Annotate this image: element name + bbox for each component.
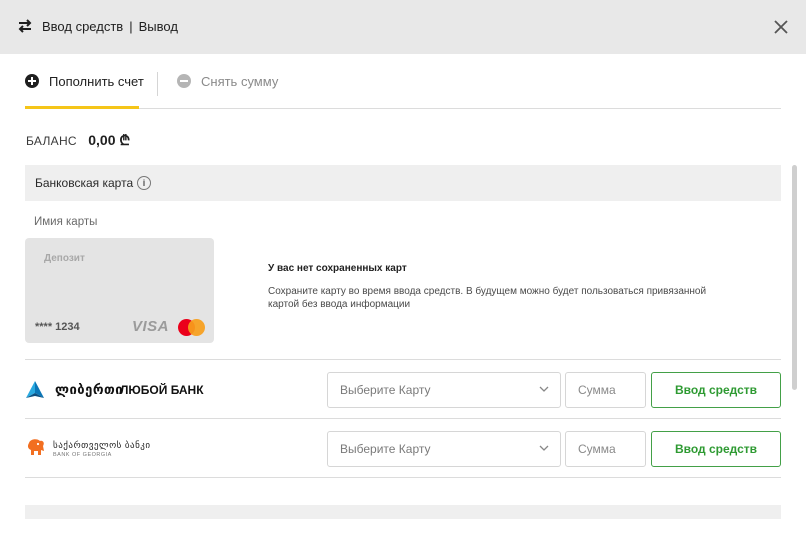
card-title: Депозит [44, 253, 85, 264]
balance-label: БАЛАНС [26, 134, 77, 148]
tab-deposit[interactable]: Пополнить счет [25, 72, 144, 109]
modal-title: Ввод средств | Вывод [42, 19, 178, 34]
title-separator: | [129, 19, 133, 34]
scrollbar[interactable] [792, 165, 797, 390]
card-name-label: Имия карты [34, 216, 98, 228]
bog-name-en: BANK OF GEORGIA [53, 452, 112, 458]
plus-circle-icon [25, 74, 39, 88]
mastercard-icon [178, 319, 206, 336]
no-saved-cards-title: У вас нет сохраненных карт [268, 263, 407, 274]
divider [25, 477, 781, 478]
deposit-card[interactable]: Депозит **** 1234 VISA [25, 238, 214, 343]
liberty-bank-name-ru: ЛЮБОЙ БАНК [120, 383, 204, 397]
amount-input[interactable] [565, 431, 646, 467]
swap-arrows-icon [18, 19, 32, 33]
no-saved-cards-description: Сохраните карту во время ввода средств. … [268, 286, 707, 310]
deposit-button[interactable]: Ввод средств [651, 372, 781, 408]
balance: БАЛАНС 0,00 ₾ [26, 131, 130, 150]
tab-withdraw-label: Снять сумму [201, 74, 279, 89]
title-deposit: Ввод средств [42, 19, 124, 34]
tab-deposit-label: Пополнить счет [49, 74, 144, 89]
tab-bar: Пополнить счет Снять сумму [25, 54, 781, 109]
chevron-down-icon [539, 386, 549, 392]
info-icon[interactable]: i [137, 176, 151, 190]
scroll-fade [0, 519, 806, 534]
chevron-down-icon [539, 445, 549, 451]
card-select-value: Выберите Карту [340, 442, 431, 456]
bog-name-geo: საქართველოს ბანკი [53, 440, 151, 450]
bank-row-bog: საქართველოს ბანკი BANK OF GEORGIA Выбери… [25, 419, 781, 477]
visa-logo: VISA [132, 318, 170, 335]
title-withdraw: Вывод [138, 19, 178, 34]
liberty-bank-logo-icon [26, 381, 44, 398]
bank-row-liberty: ლიბერთი ЛЮБОЙ БАНК Выберите Карту Ввод с… [25, 360, 781, 418]
amount-input[interactable] [565, 372, 646, 408]
minus-circle-icon [177, 74, 191, 88]
close-icon[interactable] [773, 19, 789, 35]
bank-card-section-title: Банковская карта [35, 176, 134, 190]
card-select-value: Выберите Карту [340, 383, 431, 397]
bank-card-section-header: Банковская карта i [25, 165, 781, 201]
no-saved-cards: У вас нет сохраненных карт Сохраните кар… [268, 263, 728, 311]
card-select[interactable]: Выберите Карту [327, 431, 561, 467]
card-number: **** 1234 [35, 321, 80, 333]
bank-of-georgia-lion-icon [27, 439, 44, 455]
card-select[interactable]: Выберите Карту [327, 372, 561, 408]
tab-withdraw[interactable]: Снять сумму [177, 72, 287, 109]
modal-header: Ввод средств | Вывод [0, 0, 806, 54]
tab-divider [157, 72, 158, 96]
deposit-button[interactable]: Ввод средств [651, 431, 781, 467]
balance-value: 0,00 ₾ [88, 132, 131, 148]
liberty-bank-name-geo: ლიბერთი [55, 382, 124, 397]
